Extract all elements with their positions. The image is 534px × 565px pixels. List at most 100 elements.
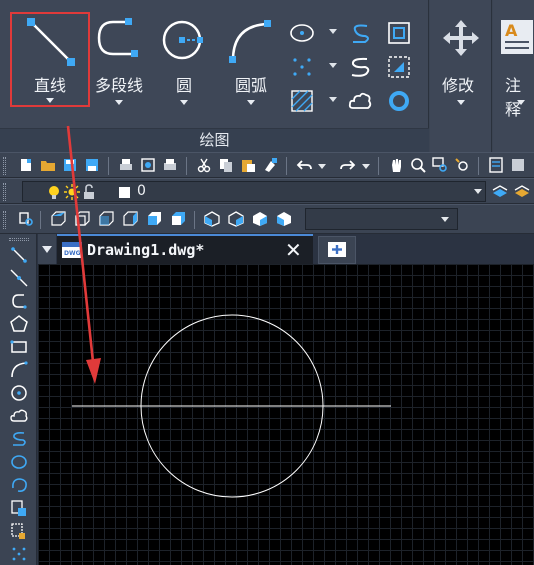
polyline-button[interactable]: 多段线 bbox=[90, 8, 148, 108]
draw-small-tools bbox=[289, 18, 425, 118]
draw-panel-title[interactable]: 绘图 bbox=[0, 128, 429, 152]
boundary-button[interactable] bbox=[386, 54, 412, 80]
separator bbox=[108, 157, 109, 175]
undo-dropdown-icon[interactable] bbox=[318, 164, 326, 169]
arc-dropdown-icon[interactable] bbox=[247, 100, 255, 105]
line-dropdown-icon[interactable] bbox=[46, 98, 54, 103]
sw-isometric-icon[interactable] bbox=[204, 211, 220, 227]
layer-dropdown-icon[interactable] bbox=[474, 189, 482, 194]
modify-panel[interactable]: 修改 bbox=[430, 0, 492, 152]
pan-icon[interactable] bbox=[388, 157, 404, 173]
match-properties-icon[interactable] bbox=[262, 157, 278, 173]
rectangle-icon[interactable] bbox=[10, 338, 28, 356]
ellipse-arc-icon[interactable] bbox=[10, 476, 28, 494]
layer-previous-icon[interactable] bbox=[514, 183, 530, 199]
hatch-dropdown-icon[interactable] bbox=[329, 97, 337, 102]
circle-button[interactable]: 圆 bbox=[155, 8, 213, 108]
cut-icon[interactable] bbox=[196, 157, 212, 173]
polyline-icon[interactable] bbox=[10, 292, 28, 310]
modify-dropdown-icon[interactable] bbox=[457, 100, 465, 105]
polyline-dropdown-icon[interactable] bbox=[115, 100, 123, 105]
spline-icon[interactable] bbox=[10, 430, 28, 448]
toolbar-grip[interactable] bbox=[3, 183, 6, 201]
ne-isometric-icon[interactable] bbox=[252, 211, 268, 227]
design-center-icon[interactable] bbox=[510, 157, 526, 173]
top-view-icon[interactable] bbox=[50, 211, 66, 227]
copy-icon[interactable] bbox=[218, 157, 234, 173]
insert-block-icon[interactable] bbox=[10, 499, 28, 517]
svg-text:A: A bbox=[505, 21, 518, 40]
arc-icon[interactable] bbox=[10, 361, 28, 379]
zoom-previous-icon[interactable] bbox=[454, 157, 470, 173]
view-dropdown[interactable] bbox=[305, 208, 458, 230]
print-icon[interactable] bbox=[118, 157, 134, 173]
redo-icon[interactable] bbox=[340, 157, 356, 173]
drawing-geometry bbox=[72, 314, 391, 498]
new-file-icon[interactable] bbox=[18, 157, 34, 173]
layer-thaw-icon bbox=[64, 184, 80, 200]
publish-icon[interactable] bbox=[162, 157, 178, 173]
se-isometric-icon[interactable] bbox=[228, 211, 244, 227]
toolbar-grip[interactable] bbox=[3, 211, 6, 229]
polygon-icon[interactable] bbox=[10, 315, 28, 333]
open-folder-icon[interactable] bbox=[40, 157, 56, 173]
save-icon[interactable] bbox=[62, 157, 78, 173]
rectangle-button[interactable] bbox=[386, 20, 412, 46]
bottom-view-icon[interactable] bbox=[74, 211, 90, 227]
annotation-panel[interactable]: A 注释 bbox=[493, 0, 534, 152]
make-block-icon[interactable] bbox=[10, 522, 28, 540]
point-icon[interactable] bbox=[10, 545, 28, 563]
circle-icon bbox=[162, 20, 203, 60]
annotation-label: 注释 bbox=[505, 76, 522, 119]
back-view-icon[interactable] bbox=[170, 211, 186, 227]
left-view-icon[interactable] bbox=[98, 211, 114, 227]
spline-button[interactable] bbox=[347, 20, 373, 46]
close-tab-icon[interactable]: ✕ bbox=[285, 238, 302, 262]
revcloud-button[interactable] bbox=[347, 88, 373, 114]
hatch-button[interactable] bbox=[289, 88, 337, 114]
toolbar-grip[interactable] bbox=[9, 238, 29, 241]
cloud-icon[interactable] bbox=[10, 407, 28, 425]
nw-isometric-icon[interactable] bbox=[276, 211, 292, 227]
file-tabs-menu[interactable] bbox=[38, 234, 56, 264]
helix-button[interactable] bbox=[347, 54, 373, 80]
arc-icon bbox=[229, 20, 271, 63]
ellipse-button[interactable] bbox=[289, 20, 337, 46]
paste-icon[interactable] bbox=[240, 157, 256, 173]
toolbar-grip[interactable] bbox=[3, 157, 6, 175]
line-button[interactable]: 直线 bbox=[10, 12, 90, 107]
point-dropdown-icon[interactable] bbox=[329, 63, 337, 68]
donut-button[interactable] bbox=[386, 88, 412, 114]
construction-line-icon[interactable] bbox=[10, 269, 28, 287]
zoom-window-icon[interactable] bbox=[432, 157, 448, 173]
circle-dropdown-icon[interactable] bbox=[180, 100, 188, 105]
save-as-icon[interactable] bbox=[84, 157, 100, 173]
named-views-icon[interactable] bbox=[18, 211, 34, 227]
circle-icon[interactable] bbox=[10, 384, 28, 402]
properties-icon[interactable] bbox=[488, 157, 504, 173]
arc-button[interactable]: 圆弧 bbox=[220, 8, 282, 108]
layer-manager-icon[interactable] bbox=[492, 183, 508, 199]
drawing-canvas[interactable] bbox=[38, 264, 534, 565]
text-icon: A bbox=[501, 20, 533, 54]
front-view-icon[interactable] bbox=[146, 211, 162, 227]
point-button[interactable] bbox=[289, 54, 337, 80]
layer-dropdown[interactable]: 0 bbox=[22, 181, 486, 202]
line-icon[interactable] bbox=[10, 246, 28, 264]
view-dropdown-icon[interactable] bbox=[441, 217, 449, 222]
standard-toolbar bbox=[0, 152, 534, 178]
right-view-icon[interactable] bbox=[122, 211, 138, 227]
new-tab-button[interactable] bbox=[318, 236, 356, 264]
add-icon bbox=[328, 242, 346, 257]
redo-dropdown-icon[interactable] bbox=[362, 164, 370, 169]
undo-icon[interactable] bbox=[296, 157, 312, 173]
annotation-dropdown-icon[interactable] bbox=[517, 100, 525, 105]
zoom-realtime-icon[interactable] bbox=[410, 157, 426, 173]
ellipse-dropdown-icon[interactable] bbox=[329, 29, 337, 34]
ellipse-icon[interactable] bbox=[10, 453, 28, 471]
boundary-icon bbox=[388, 56, 410, 78]
plot-preview-icon[interactable] bbox=[140, 157, 156, 173]
modify-label: 修改 bbox=[442, 76, 475, 95]
tab-drawing1[interactable]: DWG Drawing1.dwg* ✕ bbox=[57, 234, 313, 264]
rectangle-icon bbox=[388, 22, 410, 44]
